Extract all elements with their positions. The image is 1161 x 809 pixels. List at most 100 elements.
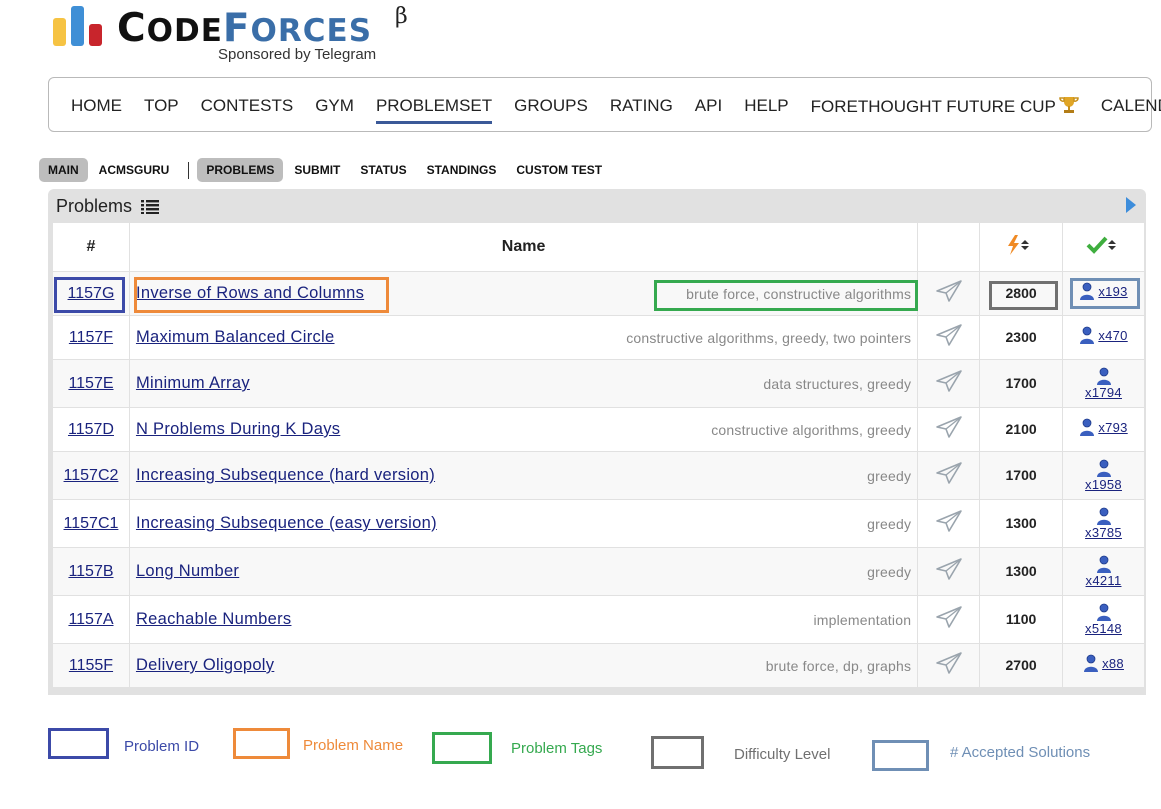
paper-plane-icon[interactable] [935,323,963,347]
tag-two-pointers[interactable]: two pointers [833,330,911,346]
menu-item-gym[interactable]: GYM [315,96,354,117]
problem-name-link[interactable]: N Problems During K Days [136,420,340,439]
menu-item-label: TOP [144,96,179,115]
tag-greedy[interactable]: greedy [782,330,825,346]
accepted-count-link[interactable]: x4211 [1086,555,1122,588]
tag-greedy[interactable]: greedy [867,468,911,484]
accepted-count-link[interactable]: x470 [1079,326,1127,344]
legend-label-2: Problem Tags [511,740,603,757]
table-row: 1155F Delivery Oligopoly brute force, dp, … [52,643,1145,688]
submenu-item-submit[interactable]: SUBMIT [285,158,349,182]
problem-name-link[interactable]: Delivery Oligopoly [136,656,274,675]
tag-implementation[interactable]: implementation [813,612,911,628]
submenu-item-standings[interactable]: STANDINGS [418,158,506,182]
menu-item-calendar[interactable]: CALENDAR [1101,96,1161,117]
tag-brute-force[interactable]: brute force [766,658,835,674]
problem-name-cell: Increasing Subsequence (easy version) gre… [128,499,919,548]
menu-item-groups[interactable]: GROUPS [514,96,588,117]
menu-item-api[interactable]: API [695,96,722,117]
paper-plane-icon[interactable] [935,415,963,439]
difficulty-cell: 2300 [979,315,1064,360]
problem-id-cell: 1155F [52,643,130,688]
paper-plane-icon[interactable] [935,651,963,675]
problem-id-link[interactable]: 1157D [68,421,114,438]
problem-id-link[interactable]: 1157C1 [64,515,119,532]
problem-id-cell: 1157E [52,359,130,408]
problem-name-link[interactable]: Increasing Subsequence (hard version) [136,466,435,485]
menu-item-label: CONTESTS [200,96,294,115]
accepted-count-link[interactable]: x193 [1079,282,1127,300]
column-header-difficulty[interactable] [979,222,1064,272]
paper-plane-icon[interactable] [935,509,963,533]
problem-id-link[interactable]: 1157B [68,563,113,580]
accepted-count-link[interactable]: x1794 [1085,367,1122,400]
accepted-count-link[interactable]: x3785 [1085,507,1122,540]
submenu-separator [188,161,190,179]
problem-id-link[interactable]: 1157F [69,329,113,346]
tag-graphs[interactable]: graphs [867,658,911,674]
paper-plane-icon[interactable] [935,557,963,581]
menu-item-home[interactable]: HOME [71,96,122,117]
tag-greedy[interactable]: greedy [867,564,911,580]
menu-item-contests[interactable]: CONTESTS [201,96,294,117]
problem-name-link[interactable]: Reachable Numbers [136,610,292,629]
codeforces-logo[interactable]: CODEFORCES β Sponsored by Telegram [53,4,433,66]
problem-id-link[interactable]: 1157G [68,285,115,302]
accepted-count-link[interactable]: x5148 [1085,603,1122,636]
menu-item-label: HOME [71,96,122,115]
tag-greedy[interactable]: greedy [867,376,911,392]
tag-brute-force[interactable]: brute force [686,286,755,302]
tag-constructive-algorithms[interactable]: constructive algorithms [763,286,911,302]
accepted-count-link[interactable]: x88 [1083,654,1124,672]
problem-id-link[interactable]: 1155F [69,657,113,674]
right-arrow-icon[interactable] [1126,197,1136,213]
problem-name-cell: Reachable Numbers implementation [128,595,919,644]
legend: Problem ID Problem Name Problem Tags Dif… [0,720,1161,800]
accepted-cell: x470 [1062,315,1145,360]
tag-data-structures[interactable]: data structures [763,376,859,392]
list-icon[interactable] [141,199,160,214]
menu-item-problemset[interactable]: PROBLEMSET [375,96,493,124]
submenu-item-status[interactable]: STATUS [351,158,415,182]
difficulty-value: 2800 [1005,284,1037,301]
difficulty-value: 2700 [1005,656,1037,673]
paper-plane-icon[interactable] [935,461,963,485]
tag-constructive-algorithms[interactable]: constructive algorithms [711,422,859,438]
tag-constructive-algorithms[interactable]: constructive algorithms [626,330,774,346]
menu-item-forethought-future-cup[interactable]: FORETHOUGHT FUTURE CUP [811,96,1079,117]
paper-plane-icon[interactable] [935,369,963,393]
difficulty-cell: 1100 [979,595,1064,644]
lightning-sort-icon[interactable] [1005,234,1037,255]
accepted-count: x793 [1098,419,1128,435]
tag-greedy[interactable]: greedy [867,422,911,438]
menu-item-rating[interactable]: RATING [610,96,673,117]
paper-plane-icon[interactable] [935,605,963,629]
tag-greedy[interactable]: greedy [867,516,911,532]
submenu-item-custom-test[interactable]: CUSTOM TEST [507,158,611,182]
submenu-item-main[interactable]: MAIN [39,158,88,182]
main-menu: HOME TOP CONTESTS GYM PROBLEMSET GROUPS RATING… [48,77,1161,132]
accepted-count-link[interactable]: x793 [1079,418,1127,436]
problem-name-link[interactable]: Increasing Subsequence (easy version) [136,514,437,533]
menu-item-help[interactable]: HELP [744,96,788,117]
problem-name-cell: Long Number greedy [128,547,919,596]
tag-dp[interactable]: dp [843,658,859,674]
problem-id-link[interactable]: 1157C2 [64,467,119,484]
difficulty-value: 1300 [1005,562,1037,579]
paper-plane-icon[interactable] [935,279,963,303]
user-icon [1084,654,1099,672]
problem-name-link[interactable]: Inverse of Rows and Columns [136,284,364,303]
problem-id-link[interactable]: 1157E [68,375,113,392]
problem-name-link[interactable]: Maximum Balanced Circle [136,328,335,347]
checkmark-sort-icon[interactable] [1086,235,1122,255]
problem-name-link[interactable]: Long Number [136,562,239,581]
accepted-count-link[interactable]: x1958 [1085,459,1122,492]
menu-item-top[interactable]: TOP [144,96,179,117]
difficulty-value: 1700 [1005,374,1037,391]
problem-name-cell: Increasing Subsequence (hard version) gre… [128,451,919,500]
column-header-solved[interactable] [1062,222,1145,272]
problem-name-link[interactable]: Minimum Array [136,374,250,393]
submenu-item-acmsguru[interactable]: ACMSGURU [90,158,179,182]
problem-id-link[interactable]: 1157A [68,611,113,628]
submenu-item-problems[interactable]: PROBLEMS [197,158,284,182]
